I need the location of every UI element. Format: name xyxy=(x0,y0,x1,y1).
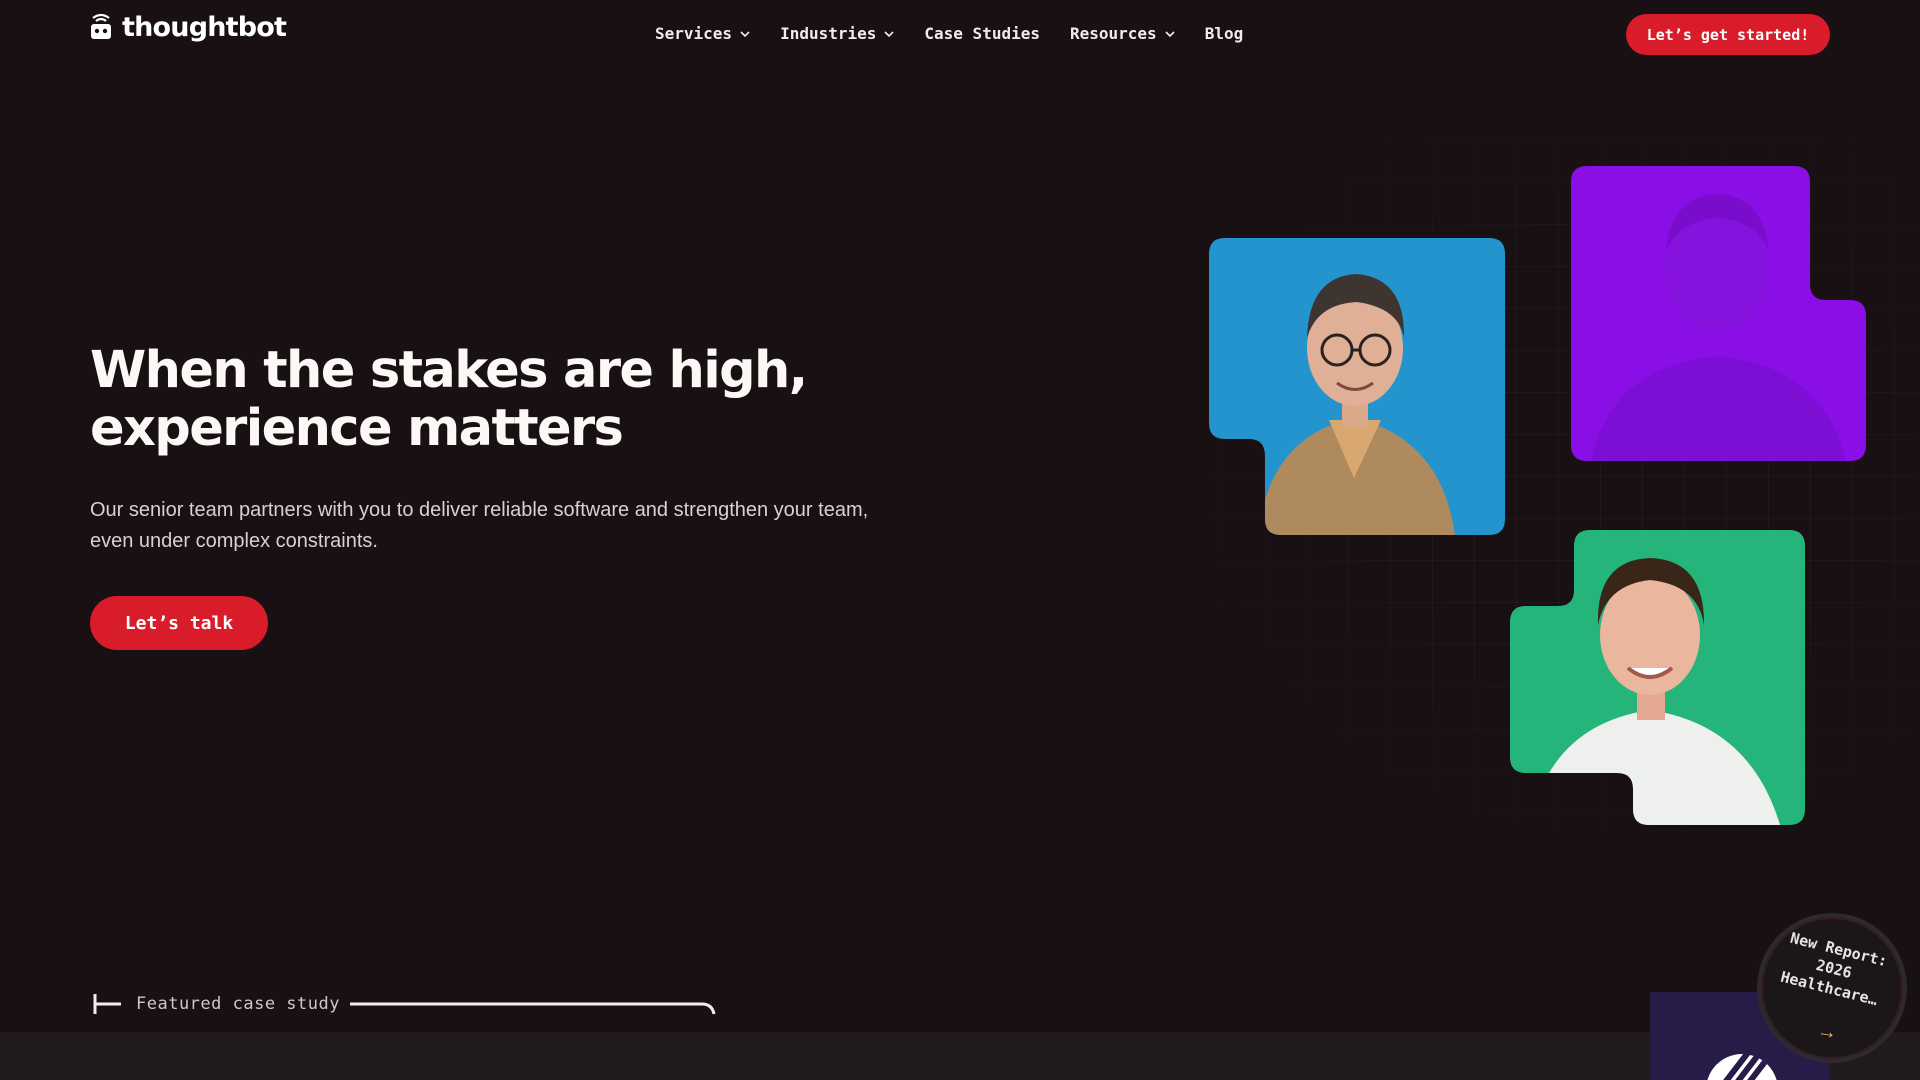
portrait-purple xyxy=(1571,166,1866,461)
nav-item-label: Resources xyxy=(1069,24,1157,43)
brand-logo[interactable]: thoughtbot xyxy=(90,12,287,43)
chevron-down-icon xyxy=(740,30,750,37)
report-badge-text: New Report: 2026 Healthcare… xyxy=(1778,928,1890,1010)
hero-title: When the stakes are high, experience mat… xyxy=(90,341,808,458)
nav-item-label: Blog xyxy=(1204,24,1244,43)
robot-logo-icon xyxy=(90,13,112,43)
nav-item-industries[interactable]: Industries xyxy=(780,24,894,43)
nav-item-label: Industries xyxy=(780,24,877,43)
nav-item-resources[interactable]: Resources xyxy=(1070,24,1175,43)
new-report-badge[interactable]: New Report: 2026 Healthcare… → xyxy=(1757,913,1907,1063)
top-nav: thoughtbot Services Industries Case Stud… xyxy=(0,0,1920,70)
get-started-button[interactable]: Let’s get started! xyxy=(1626,14,1830,55)
lets-talk-button[interactable]: Let’s talk xyxy=(90,596,268,650)
nav-item-case-studies[interactable]: Case Studies xyxy=(924,24,1040,43)
featured-case-study-header: Featured case study xyxy=(92,992,720,1016)
nav-item-label: Case Studies xyxy=(924,24,1040,43)
next-section xyxy=(0,1032,1920,1080)
nav-item-label: Services xyxy=(655,24,733,43)
brand-name: thoughtbot xyxy=(122,12,287,43)
bracket-icon xyxy=(93,994,121,1014)
divider-line xyxy=(349,1002,716,1015)
main-nav: Services Industries Case Studies Resourc… xyxy=(655,24,1243,43)
nav-item-blog[interactable]: Blog xyxy=(1205,24,1244,43)
portrait-blue xyxy=(1209,238,1505,535)
chevron-down-icon xyxy=(1165,30,1175,37)
featured-label: Featured case study xyxy=(136,994,340,1014)
chevron-down-icon xyxy=(884,30,894,37)
hero-subtitle: Our senior team partners with you to del… xyxy=(90,499,869,552)
arrow-right-icon: → xyxy=(1815,1019,1839,1045)
portrait-green xyxy=(1510,530,1805,825)
nav-item-services[interactable]: Services xyxy=(655,24,750,43)
